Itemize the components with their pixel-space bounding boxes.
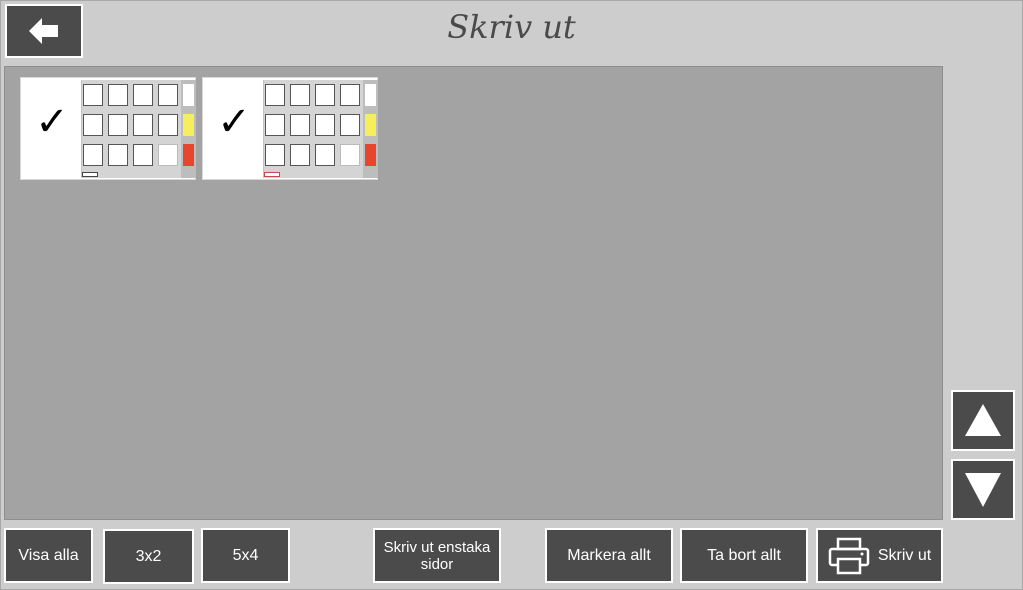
thumbnail-preview: [81, 80, 196, 178]
triangle-up-icon: [965, 404, 1001, 436]
layout-3x2-label: 3x2: [135, 547, 162, 565]
scroll-down-button[interactable]: [951, 459, 1015, 520]
print-button[interactable]: Skriv ut: [816, 528, 943, 583]
page-thumbnail-1[interactable]: ✓: [20, 77, 196, 180]
triangle-down-icon: [965, 473, 1001, 507]
remove-all-button[interactable]: Ta bort allt: [680, 528, 808, 583]
checkmark-icon: ✓: [217, 100, 251, 144]
show-all-button[interactable]: Visa alla: [4, 528, 93, 583]
printer-icon: [828, 537, 870, 574]
layout-5x4-button[interactable]: 5x4: [201, 528, 290, 583]
scroll-up-button[interactable]: [951, 390, 1015, 451]
print-single-pages-label: Skriv ut enstaka sidor: [383, 538, 491, 573]
remove-all-label: Ta bort allt: [707, 546, 781, 564]
layout-5x4-label: 5x4: [232, 546, 259, 564]
thumbnail-preview: [263, 80, 378, 178]
print-single-pages-button[interactable]: Skriv ut enstaka sidor: [373, 528, 501, 583]
page-thumbnail-2[interactable]: ✓: [202, 77, 378, 180]
select-all-button[interactable]: Markera allt: [545, 528, 673, 583]
print-preview-area: ✓ ✓: [4, 66, 943, 520]
show-all-label: Visa alla: [18, 546, 79, 564]
checkmark-icon: ✓: [35, 100, 69, 144]
page-title: Skriv ut: [447, 8, 576, 46]
print-label: Skriv ut: [877, 546, 932, 564]
layout-3x2-button[interactable]: 3x2: [103, 529, 194, 584]
select-all-label: Markera allt: [567, 546, 651, 564]
